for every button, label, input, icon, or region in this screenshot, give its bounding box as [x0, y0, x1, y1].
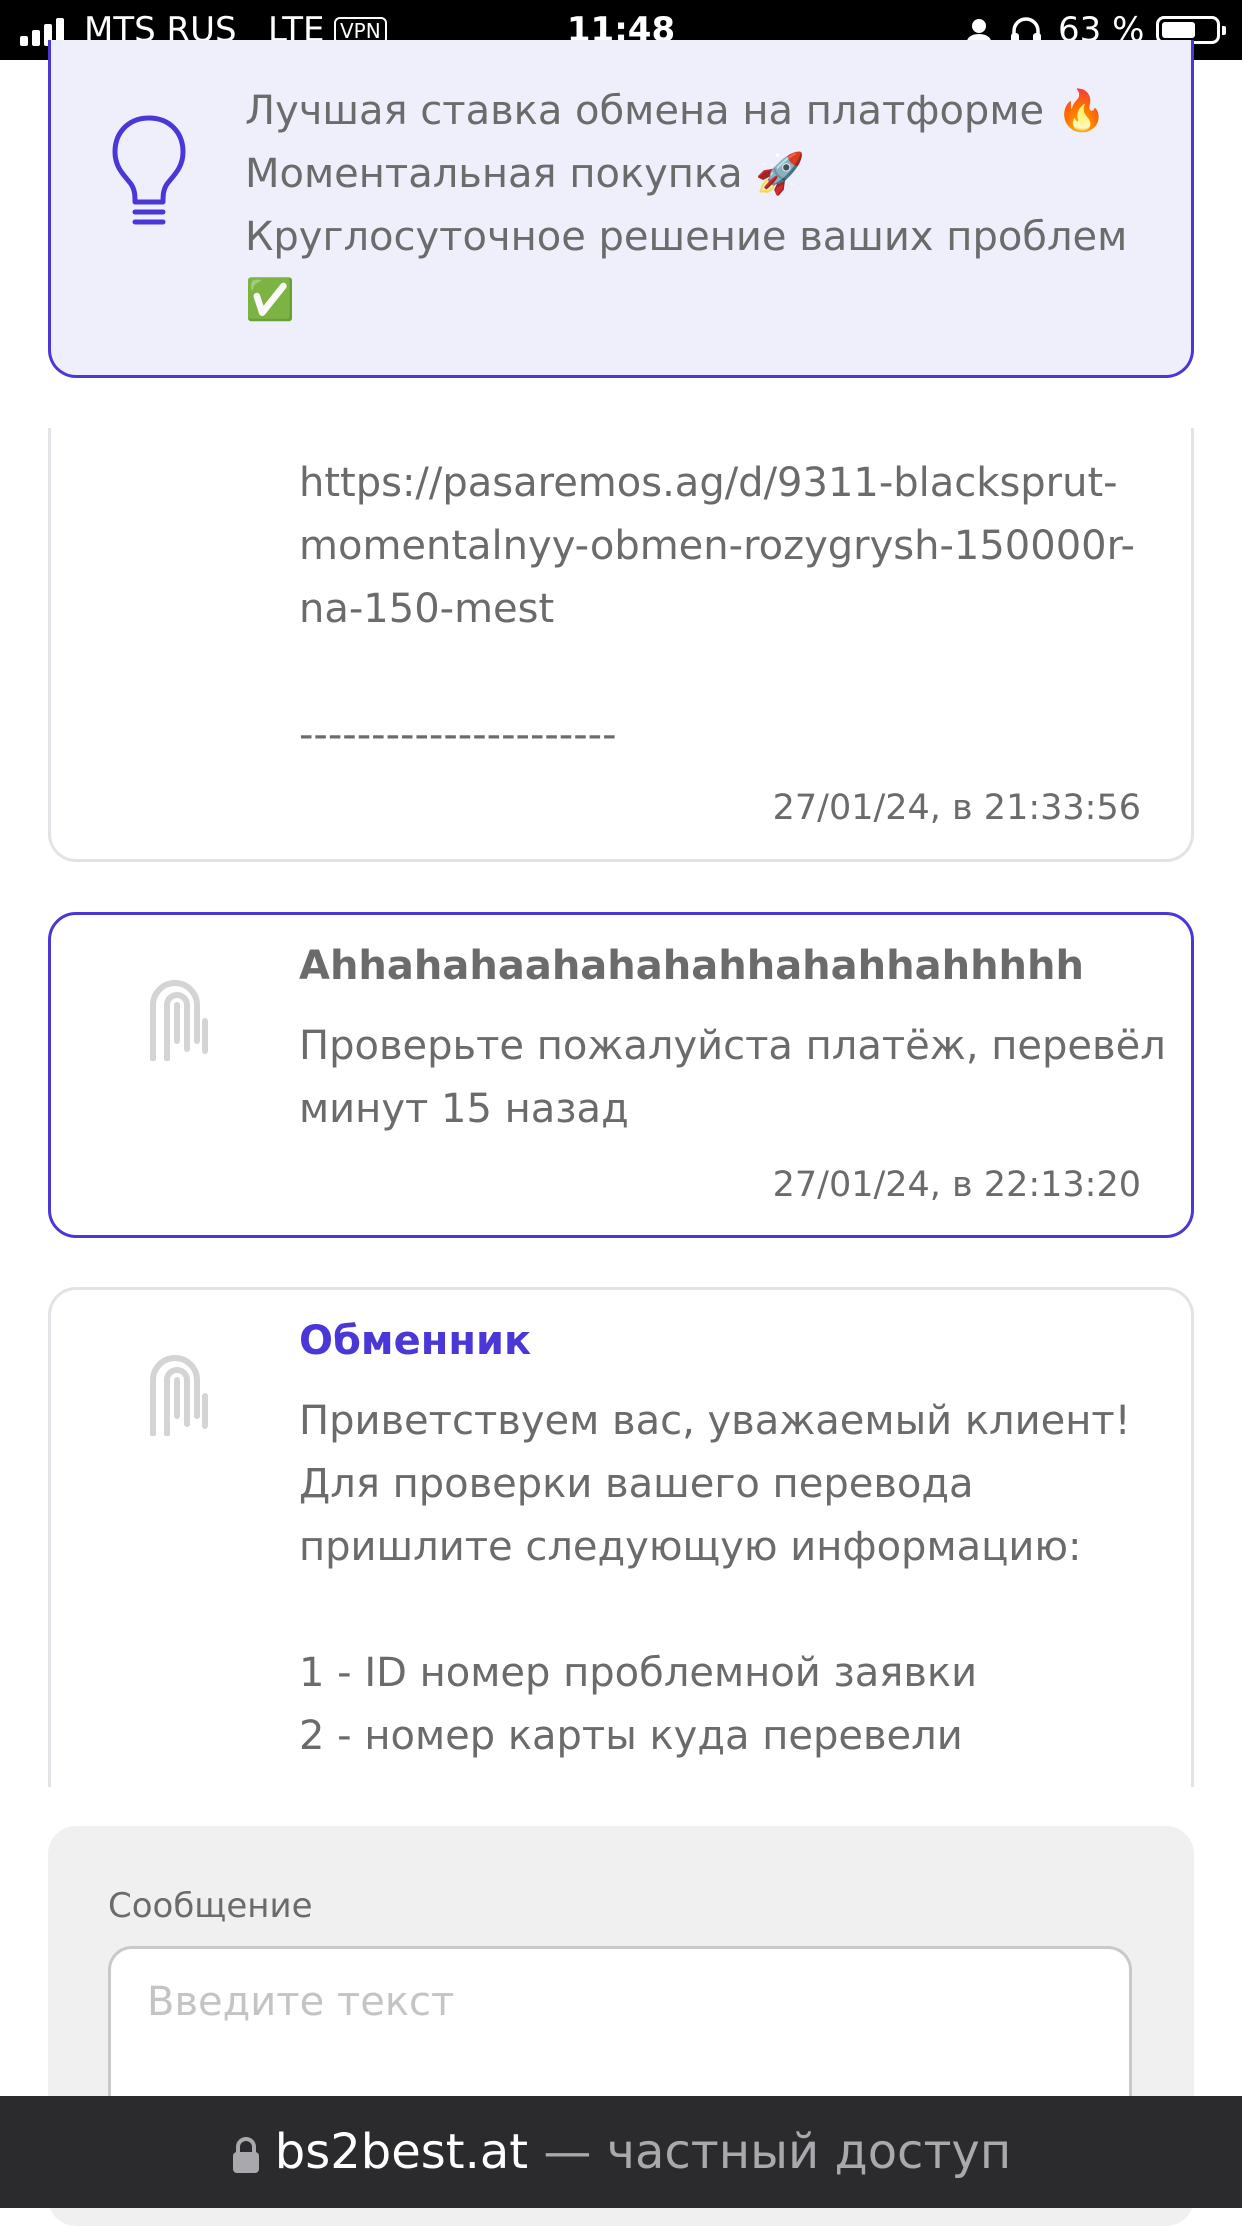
chat-message: https://pasaremos.ag/d/9311-blacksprut- … [48, 428, 1194, 862]
user-avatar-icon [150, 980, 208, 1061]
chat-message: Обменник Приветствуем вас, уважаемый кли… [48, 1287, 1194, 1787]
message-body[interactable]: Приветствуем вас, уважаемый клиент! Для … [299, 1390, 1199, 1768]
promo-line: Лучшая ставка обмена на платформе 🔥 [245, 88, 1107, 134]
chat-message-highlighted: Ahhahahaahahahahhahahhahhhhh Проверьте п… [48, 912, 1194, 1238]
message-body[interactable]: https://pasaremos.ag/d/9311-blacksprut- … [299, 452, 1199, 767]
url-suffix: — частный доступ [528, 2124, 1012, 2180]
user-avatar-icon [150, 1355, 208, 1436]
lightbulb-icon [112, 115, 186, 225]
message-author: Ahhahahaahahahahhahahhahhhhh [299, 943, 1084, 989]
promo-card: Лучшая ставка обмена на платформе 🔥 Моме… [48, 40, 1194, 378]
compose-label: Сообщение [108, 1886, 313, 1926]
lock-icon [232, 2137, 259, 2173]
url-domain: bs2best.at [274, 2124, 529, 2180]
battery-level-fill [1162, 22, 1195, 38]
promo-line: ✅ [245, 277, 295, 323]
browser-url-bar[interactable]: bs2best.at — частный доступ [0, 2096, 1242, 2208]
message-timestamp: 27/01/24, в 21:33:56 [772, 788, 1141, 828]
promo-line: Круглосуточное решение ваших проблем [245, 214, 1128, 260]
message-body[interactable]: Проверьте пожалуйста платёж, перевёл мин… [299, 1015, 1199, 1141]
message-author: Обменник [299, 1318, 532, 1364]
promo-line: Моментальная покупка 🚀 [245, 151, 806, 197]
promo-text: Лучшая ставка обмена на платформе 🔥 Моме… [245, 80, 1145, 332]
message-timestamp: 27/01/24, в 22:13:20 [772, 1165, 1141, 1205]
